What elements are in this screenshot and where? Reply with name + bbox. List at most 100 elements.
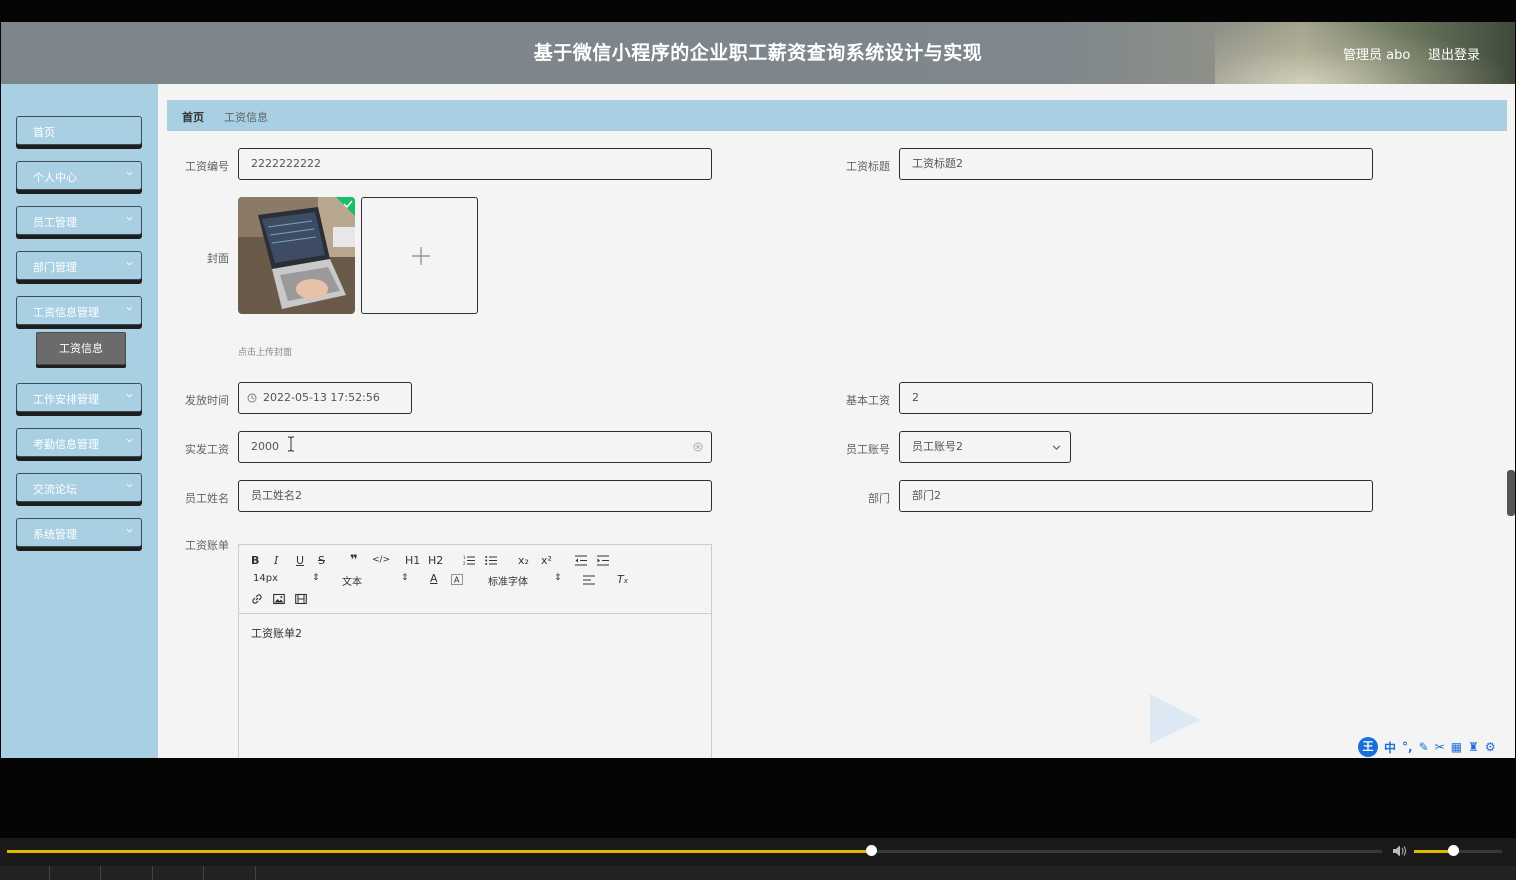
taskbar-strip [0, 866, 1516, 880]
ime-skin-icon[interactable]: ♜ [1468, 740, 1479, 754]
ime-scissors-icon[interactable]: ✂ [1435, 740, 1445, 754]
sidebar-item-personal-center[interactable]: 个人中心 [16, 161, 142, 190]
image-icon[interactable] [273, 593, 285, 605]
issue-time-value: 2022-05-13 17:52:56 [263, 391, 380, 404]
department-value: 部门2 [912, 489, 941, 502]
clear-format-icon[interactable]: Tx [617, 573, 628, 586]
blockquote-icon[interactable]: ❞ [350, 553, 358, 568]
seek-handle[interactable] [865, 845, 877, 856]
base-salary-input[interactable]: 2 [899, 382, 1373, 414]
superscript-button[interactable]: x² [541, 554, 552, 567]
rich-text-editor: B I U S ❞ </> H1 H2 12 x₂ x² 14px ⇕ 文本 ⇕… [238, 544, 712, 758]
cover-label: 封面 [207, 252, 229, 265]
ime-handwrite-icon[interactable]: ✎ [1419, 740, 1429, 754]
ime-logo-icon[interactable]: 王 [1358, 737, 1378, 757]
video-icon[interactable] [295, 593, 307, 605]
cover-image[interactable] [238, 197, 355, 314]
font-family-arrows-icon[interactable]: ⇕ [554, 573, 562, 583]
sidebar-item-attendance[interactable]: 考勤信息管理 [16, 428, 142, 457]
issue-time-label: 发放时间 [185, 394, 229, 407]
strike-button[interactable]: S [318, 554, 325, 567]
font-color-icon[interactable]: A [430, 572, 438, 585]
underline-button[interactable]: U [296, 554, 304, 567]
breadcrumb-current: 工资信息 [224, 111, 268, 124]
sidebar: 首页 个人中心 员工管理 部门管理 工资信息管理 工资信息 工作安排管理 考勤信… [1, 84, 158, 758]
department-input[interactable]: 部门2 [899, 480, 1373, 512]
actual-salary-label: 实发工资 [185, 443, 229, 456]
page-title: 基于微信小程序的企业职工薪资查询系统设计与实现 [533, 42, 983, 64]
logout-link[interactable]: 退出登录 [1428, 44, 1480, 63]
volume-icon[interactable] [1392, 844, 1408, 858]
align-icon[interactable] [583, 575, 595, 585]
salary-title-input[interactable]: 工资标题2 [899, 148, 1373, 180]
breadcrumb: 首页 工资信息 [167, 100, 1507, 131]
strip-divider [100, 866, 101, 880]
sidebar-item-system[interactable]: 系统管理 [16, 518, 142, 547]
sidebar-item-forum[interactable]: 交流论坛 [16, 473, 142, 502]
heading1-button[interactable]: H1 [405, 554, 420, 567]
sidebar-item-salary-management[interactable]: 工资信息管理 [16, 296, 142, 325]
laptop-photo-icon [238, 197, 355, 314]
svg-text:1: 1 [463, 555, 466, 560]
base-salary-label: 基本工资 [846, 394, 890, 407]
bold-button[interactable]: B [251, 554, 259, 567]
actual-salary-value: 2000 [251, 440, 279, 453]
ime-mode-toggle[interactable]: 中 [1384, 739, 1396, 756]
heading2-button[interactable]: H2 [428, 554, 443, 567]
salary-title-value: 工资标题2 [912, 157, 963, 170]
code-block-icon[interactable]: </> [372, 555, 390, 565]
subscript-button[interactable]: x₂ [518, 554, 529, 567]
employee-account-value: 员工账号2 [912, 440, 963, 453]
employee-name-value: 员工姓名2 [251, 489, 302, 502]
salary-no-value: 2222222222 [251, 157, 321, 170]
sidebar-item-label: 工资信息管理 [33, 306, 99, 319]
employee-account-select[interactable]: 员工账号2 [899, 431, 1071, 463]
salary-no-input[interactable]: 2222222222 [238, 148, 712, 180]
page-scrollbar[interactable] [1507, 470, 1515, 516]
salary-no-label: 工资编号 [185, 160, 229, 173]
sidebar-item-employee-management[interactable]: 员工管理 [16, 206, 142, 235]
employee-name-label: 员工姓名 [185, 492, 229, 505]
chevron-down-icon [1052, 445, 1061, 450]
italic-button[interactable]: I [274, 554, 278, 567]
screen-frame: 基于微信小程序的企业职工薪资查询系统设计与实现 管理员 abo 退出登录 首页 … [0, 0, 1516, 880]
bullet-list-icon[interactable] [485, 555, 497, 566]
base-salary-value: 2 [912, 391, 919, 404]
block-type-arrows-icon[interactable]: ⇕ [401, 573, 409, 583]
sidebar-item-label: 首页 [33, 126, 55, 139]
editor-content[interactable]: 工资账单2 [251, 625, 302, 641]
plus-icon [412, 247, 430, 265]
chevron-down-icon [126, 438, 133, 443]
ime-keyboard-icon[interactable]: ▦ [1451, 740, 1462, 754]
font-size-arrows-icon[interactable]: ⇕ [312, 573, 320, 583]
sidebar-subitem-salary-info[interactable]: 工资信息 [36, 332, 126, 365]
sidebar-item-label: 考勤信息管理 [33, 438, 99, 451]
block-type-select[interactable]: 文本 [342, 573, 362, 588]
current-user: 管理员 abo [1343, 48, 1411, 63]
sidebar-item-home[interactable]: 首页 [16, 116, 142, 145]
upload-cover-button[interactable] [361, 197, 478, 314]
chevron-down-icon [126, 306, 133, 311]
issue-time-picker[interactable]: 2022-05-13 17:52:56 [238, 382, 412, 414]
background-color-icon[interactable]: A [451, 574, 463, 585]
indent-icon[interactable] [597, 555, 609, 566]
chevron-down-icon [126, 261, 133, 266]
app-window: 基于微信小程序的企业职工薪资查询系统设计与实现 管理员 abo 退出登录 首页 … [1, 22, 1515, 758]
seek-progress [7, 850, 871, 853]
upload-tip: 点击上传封面 [238, 348, 293, 358]
sidebar-item-work-schedule[interactable]: 工作安排管理 [16, 383, 142, 412]
clear-icon[interactable] [693, 442, 703, 452]
font-family-select[interactable]: 标准字体 [488, 573, 528, 588]
ime-settings-icon[interactable]: ⚙ [1485, 740, 1496, 754]
outdent-icon[interactable] [575, 555, 587, 566]
font-size-select[interactable]: 14px [253, 573, 278, 584]
employee-name-input[interactable]: 员工姓名2 [238, 480, 712, 512]
actual-salary-input[interactable]: 2000 [238, 431, 712, 463]
link-icon[interactable] [251, 593, 263, 605]
volume-handle[interactable] [1447, 845, 1459, 856]
ime-punctuation-icon[interactable]: °, [1402, 740, 1413, 754]
ordered-list-icon[interactable]: 12 [463, 555, 475, 566]
breadcrumb-home[interactable]: 首页 [182, 109, 204, 125]
sidebar-item-department-management[interactable]: 部门管理 [16, 251, 142, 280]
sidebar-subitem-label: 工资信息 [59, 342, 103, 355]
